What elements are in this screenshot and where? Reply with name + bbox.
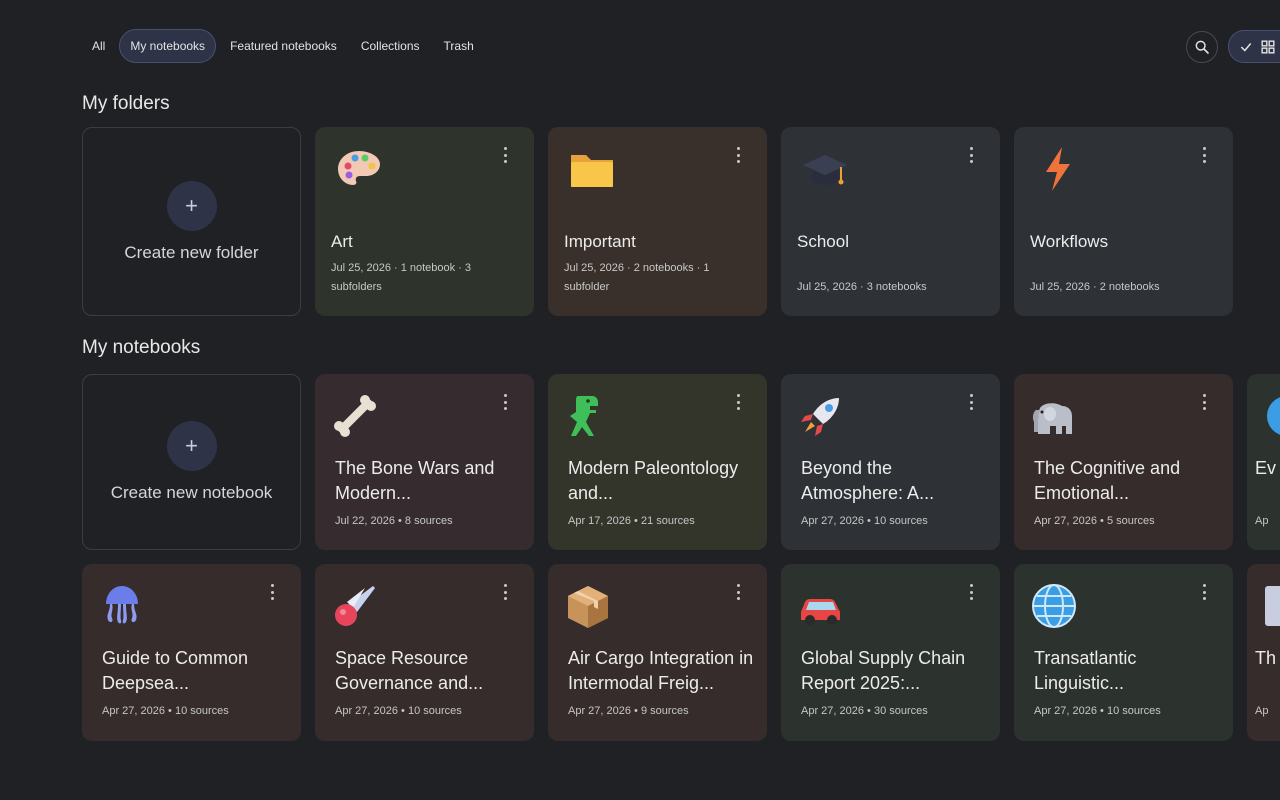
notebook-meta: Ap bbox=[1255, 705, 1269, 717]
search-button[interactable] bbox=[1186, 30, 1218, 63]
notebook-menu-button[interactable] bbox=[500, 394, 510, 410]
notebook-menu-button[interactable] bbox=[1199, 584, 1209, 600]
notebook-title: Guide to Common Deepsea... bbox=[102, 648, 249, 693]
notebook-meta: Apr 27, 2026 • 9 sources bbox=[568, 705, 689, 717]
notebook-meta: Apr 27, 2026 • 30 sources bbox=[801, 705, 928, 717]
tab-collections[interactable]: Collections bbox=[351, 29, 430, 63]
folder-card-workflows[interactable]: Workflows Jul 25, 2026 · 2 notebooks bbox=[1014, 127, 1233, 316]
tab-featured-notebooks[interactable]: Featured notebooks bbox=[220, 29, 347, 63]
folder-meta: Jul 25, 2026 · 2 notebooks · 1 subfolder bbox=[564, 262, 710, 293]
globe-icon bbox=[1032, 584, 1076, 628]
folder-meta: Jul 25, 2026 · 3 notebooks bbox=[797, 281, 927, 293]
palette-icon bbox=[338, 151, 380, 185]
notebook-title: The Bone Wars and Modern... bbox=[335, 458, 495, 503]
notebook-meta: Apr 17, 2026 • 21 sources bbox=[568, 515, 695, 527]
notebook-meta: Apr 27, 2026 • 10 sources bbox=[1034, 705, 1161, 717]
notebook-title: Space Resource Governance and... bbox=[335, 648, 484, 693]
tab-my-notebooks[interactable]: My notebooks bbox=[119, 29, 217, 63]
notebook-menu-button[interactable] bbox=[733, 584, 743, 600]
notebook-title: Modern Paleontology and... bbox=[568, 458, 739, 503]
notebook-title: Th In bbox=[1255, 648, 1280, 668]
globe-icon bbox=[1267, 397, 1280, 435]
tab-trash[interactable]: Trash bbox=[434, 29, 484, 63]
create-notebook-label: Create new notebook bbox=[110, 483, 273, 502]
plus-icon: + bbox=[166, 180, 217, 231]
notebook-card[interactable]: The Cognitive and Emotional... Apr 27, 2… bbox=[1014, 374, 1233, 550]
create-folder-card[interactable]: + Create new folder bbox=[82, 127, 301, 316]
notebook-meta: Apr 27, 2026 • 10 sources bbox=[335, 705, 462, 717]
grid-icon bbox=[1261, 39, 1275, 54]
notebook-card[interactable]: Guide to Common Deepsea... Apr 27, 2026 … bbox=[82, 564, 301, 741]
folder-title: Art bbox=[331, 232, 353, 251]
notebook-meta: Ap bbox=[1255, 515, 1269, 527]
bone-icon bbox=[334, 395, 376, 437]
chart-icon bbox=[1265, 586, 1280, 626]
notebooks-section-title: My notebooks bbox=[82, 337, 201, 358]
folder-meta: Jul 25, 2026 · 2 notebooks bbox=[1030, 281, 1160, 293]
tab-all[interactable]: All bbox=[82, 29, 115, 63]
notebook-title: The Cognitive and Emotional... bbox=[1034, 458, 1181, 503]
notebook-card-partial[interactable]: Ev W Ap bbox=[1247, 374, 1280, 550]
notebook-menu-button[interactable] bbox=[966, 584, 976, 600]
package-icon bbox=[568, 586, 608, 628]
folder-menu-button[interactable] bbox=[500, 147, 510, 163]
notebook-card[interactable]: Beyond the Atmosphere: A... Apr 27, 2026… bbox=[781, 374, 1000, 550]
notebook-card[interactable]: Global Supply Chain Report 2025:... Apr … bbox=[781, 564, 1000, 741]
folder-menu-button[interactable] bbox=[1199, 147, 1209, 163]
comet-icon bbox=[335, 586, 375, 626]
notebook-meta: Apr 27, 2026 • 10 sources bbox=[801, 515, 928, 527]
folder-menu-button[interactable] bbox=[733, 147, 743, 163]
notebook-meta: Apr 27, 2026 • 10 sources bbox=[102, 705, 229, 717]
notebook-menu-button[interactable] bbox=[1199, 394, 1209, 410]
create-notebook-card[interactable]: + Create new notebook bbox=[82, 374, 301, 550]
notebook-title: Beyond the Atmosphere: A... bbox=[801, 458, 935, 503]
folder-meta: Jul 25, 2026 · 1 notebook · 3 subfolders bbox=[331, 262, 472, 293]
notebook-title: Transatlantic Linguistic... bbox=[1034, 648, 1137, 693]
folder-card-art[interactable]: Art Jul 25, 2026 · 1 notebook · 3 subfol… bbox=[315, 127, 534, 316]
notebook-card[interactable]: Modern Paleontology and... Apr 17, 2026 … bbox=[548, 374, 767, 550]
notebook-card[interactable]: Space Resource Governance and... Apr 27,… bbox=[315, 564, 534, 741]
plus-icon: + bbox=[166, 421, 217, 471]
notebook-card[interactable]: Transatlantic Linguistic... Apr 27, 2026… bbox=[1014, 564, 1233, 741]
search-icon bbox=[1195, 40, 1209, 54]
elephant-icon bbox=[1032, 403, 1072, 434]
notebook-menu-button[interactable] bbox=[966, 394, 976, 410]
top-right-controls bbox=[1186, 30, 1280, 63]
folder-card-important[interactable]: Important Jul 25, 2026 · 2 notebooks · 1… bbox=[548, 127, 767, 316]
notebook-title: Global Supply Chain Report 2025:... bbox=[801, 648, 966, 693]
notebook-menu-button[interactable] bbox=[500, 584, 510, 600]
notebook-meta: Apr 27, 2026 • 5 sources bbox=[1034, 515, 1155, 527]
notebook-title: Air Cargo Integration in Intermodal Frei… bbox=[568, 648, 754, 693]
notebook-meta: Jul 22, 2026 • 8 sources bbox=[335, 515, 453, 527]
graduation-cap-icon bbox=[803, 155, 847, 185]
notebook-card-partial[interactable]: Th In Ap bbox=[1247, 564, 1280, 741]
folder-menu-button[interactable] bbox=[966, 147, 976, 163]
folder-title: Important bbox=[564, 232, 636, 251]
notebook-title: Ev W bbox=[1255, 458, 1280, 478]
t-rex-icon bbox=[570, 396, 598, 436]
grid-view-toggle[interactable] bbox=[1228, 30, 1280, 63]
check-icon bbox=[1240, 42, 1252, 52]
jellyfish-icon bbox=[106, 586, 138, 624]
notebook-menu-button[interactable] bbox=[733, 394, 743, 410]
notebook-card[interactable]: Air Cargo Integration in Intermodal Frei… bbox=[548, 564, 767, 741]
create-folder-label: Create new folder bbox=[124, 242, 259, 262]
notebook-card[interactable]: The Bone Wars and Modern... Jul 22, 2026… bbox=[315, 374, 534, 550]
folder-title: School bbox=[797, 232, 849, 251]
folder-title: Workflows bbox=[1030, 232, 1109, 251]
notebook-menu-button[interactable] bbox=[267, 584, 277, 600]
car-icon bbox=[801, 599, 840, 625]
lightning-icon bbox=[1046, 147, 1070, 191]
folder-icon bbox=[571, 155, 613, 187]
folders-section-title: My folders bbox=[82, 93, 170, 114]
rocket-icon bbox=[801, 398, 839, 436]
top-tabs: All My notebooks Featured notebooks Coll… bbox=[82, 29, 484, 63]
folder-card-school[interactable]: School Jul 25, 2026 · 3 notebooks bbox=[781, 127, 1000, 316]
